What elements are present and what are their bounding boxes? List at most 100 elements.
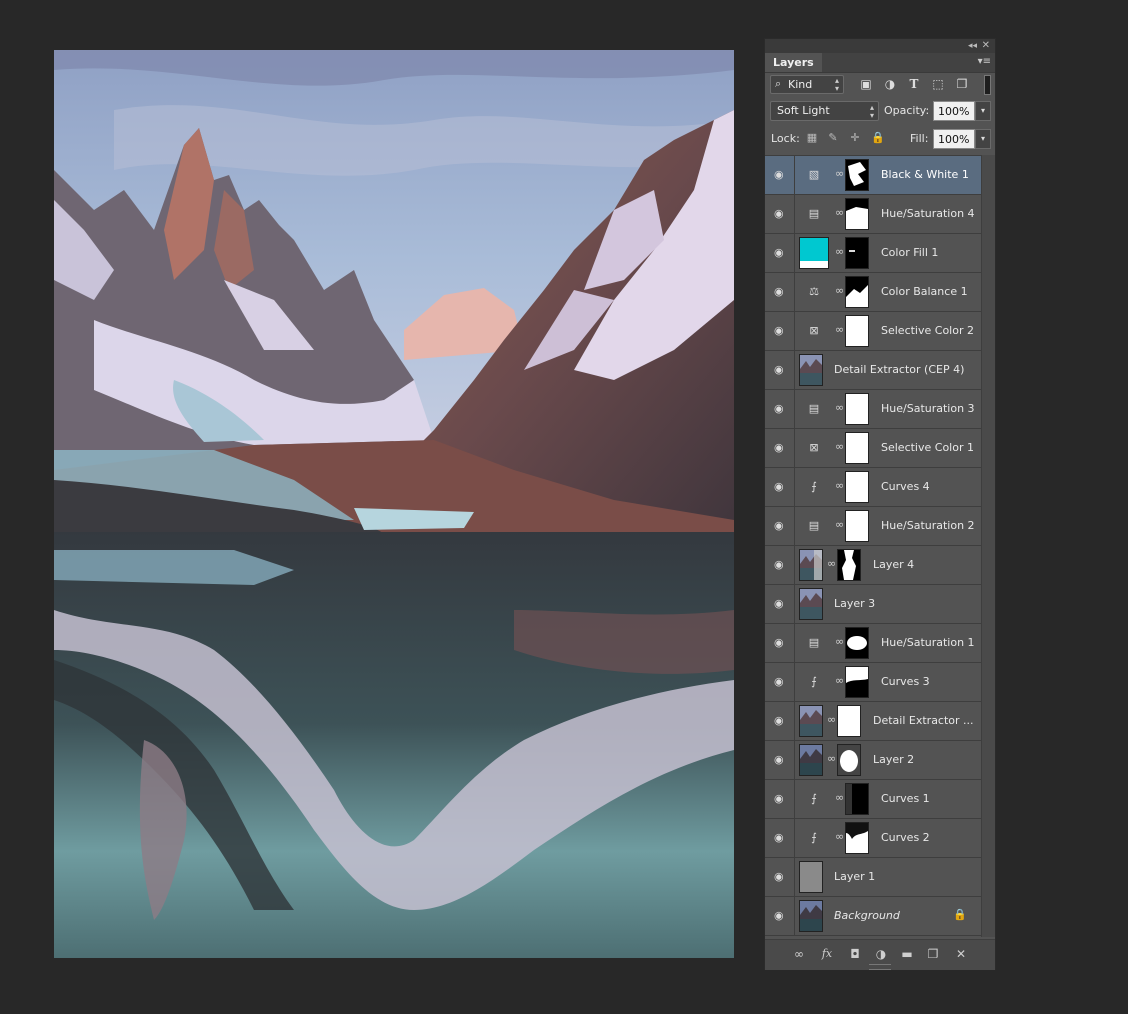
link-chain-icon[interactable]: ∞	[835, 440, 844, 453]
layer-mask-thumbnail[interactable]	[845, 237, 869, 269]
layer-list-scrollbar[interactable]	[981, 155, 995, 937]
close-icon[interactable]: ✕	[982, 39, 990, 52]
blend-mode-select[interactable]: Soft Light ▴ ▾	[770, 101, 879, 121]
layer-mask-thumbnail[interactable]	[837, 705, 861, 737]
lock-image-icon[interactable]: ✎	[826, 131, 840, 145]
layer-row-detail-extractor[interactable]: ◉ ∞ Detail Extractor ...	[765, 702, 981, 741]
chevron-down-icon[interactable]: ▾	[975, 101, 991, 121]
layer-name[interactable]: Hue/Saturation 3	[881, 402, 975, 415]
visibility-toggle[interactable]: ◉	[765, 429, 795, 467]
link-chain-icon[interactable]: ∞	[835, 635, 844, 648]
layer-row-curves-4[interactable]: ◉ ⨍ ∞ Curves 4	[765, 468, 981, 507]
visibility-toggle[interactable]: ◉	[765, 741, 795, 779]
layer-row-color-balance-1[interactable]: ◉ ⚖ ∞ Color Balance 1	[765, 273, 981, 312]
layer-thumbnail[interactable]	[799, 861, 823, 893]
link-chain-icon[interactable]: ∞	[835, 245, 844, 258]
layer-name[interactable]: Layer 2	[873, 753, 914, 766]
visibility-toggle[interactable]: ◉	[765, 585, 795, 623]
layer-name[interactable]: Color Fill 1	[881, 246, 938, 259]
panel-menu-icon[interactable]: ▾≡	[978, 56, 991, 68]
image-filter-icon[interactable]: ▣	[858, 76, 874, 92]
layer-mask-thumbnail[interactable]	[845, 822, 869, 854]
visibility-toggle[interactable]: ◉	[765, 390, 795, 428]
visibility-toggle[interactable]: ◉	[765, 273, 795, 311]
layer-name[interactable]: Selective Color 1	[881, 441, 974, 454]
layer-name[interactable]: Hue/Saturation 2	[881, 519, 975, 532]
visibility-toggle[interactable]: ◉	[765, 897, 795, 935]
link-layers-icon[interactable]: ∞	[791, 946, 807, 962]
layer-row-curves-1[interactable]: ◉ ⨍ ∞ Curves 1	[765, 780, 981, 819]
link-chain-icon[interactable]: ∞	[835, 167, 844, 180]
visibility-toggle[interactable]: ◉	[765, 156, 795, 194]
visibility-toggle[interactable]: ◉	[765, 663, 795, 701]
filter-toggle-switch[interactable]	[984, 75, 991, 95]
visibility-toggle[interactable]: ◉	[765, 468, 795, 506]
smart-object-filter-icon[interactable]: ❐	[954, 76, 970, 92]
link-chain-icon[interactable]: ∞	[835, 323, 844, 336]
layer-row-detail-extractor-cep4[interactable]: ◉ Detail Extractor (CEP 4)	[765, 351, 981, 390]
layer-row-layer-2[interactable]: ◉ ∞ Layer 2	[765, 741, 981, 780]
tab-layers[interactable]: Layers	[765, 53, 822, 72]
layer-name[interactable]: Selective Color 2	[881, 324, 974, 337]
color-fill-swatch[interactable]	[799, 237, 829, 269]
visibility-toggle[interactable]: ◉	[765, 195, 795, 233]
layer-row-hue-saturation-2[interactable]: ◉ ▤ ∞ Hue/Saturation 2	[765, 507, 981, 546]
layer-mask-thumbnail[interactable]	[845, 627, 869, 659]
layer-mask-thumbnail[interactable]	[845, 315, 869, 347]
link-chain-icon[interactable]: ∞	[835, 791, 844, 804]
fill-input[interactable]: 100%	[933, 129, 975, 149]
layer-name[interactable]: Layer 1	[834, 870, 875, 883]
layer-thumbnail[interactable]	[799, 549, 823, 581]
lock-position-icon[interactable]: ✛	[848, 131, 862, 145]
layer-row-color-fill-1[interactable]: ◉ ∞ Color Fill 1	[765, 234, 981, 273]
layer-name[interactable]: Hue/Saturation 4	[881, 207, 975, 220]
visibility-toggle[interactable]: ◉	[765, 624, 795, 662]
layer-mask-thumbnail[interactable]	[845, 432, 869, 464]
layer-row-black-white-1[interactable]: ◉ ▧ ∞ Black & White 1	[765, 156, 981, 195]
double-chevron-left-icon[interactable]: ◂◂	[968, 40, 977, 52]
layer-list[interactable]: ◉ ▧ ∞ Black & White 1 ◉ ▤ ∞ Hue/Saturati…	[765, 155, 981, 938]
layer-mask-thumbnail[interactable]	[845, 276, 869, 308]
link-chain-icon[interactable]: ∞	[835, 518, 844, 531]
chevron-down-icon[interactable]: ▾	[975, 129, 991, 149]
link-chain-icon[interactable]: ∞	[827, 752, 836, 765]
layer-mask-thumbnail[interactable]	[845, 159, 869, 191]
add-mask-icon[interactable]: ◘	[847, 946, 863, 962]
layer-row-hue-saturation-4[interactable]: ◉ ▤ ∞ Hue/Saturation 4	[765, 195, 981, 234]
lock-all-icon[interactable]: 🔒	[871, 131, 885, 145]
layer-row-selective-color-2[interactable]: ◉ ⊠ ∞ Selective Color 2	[765, 312, 981, 351]
resize-grip[interactable]	[869, 964, 891, 970]
visibility-toggle[interactable]: ◉	[765, 312, 795, 350]
layer-mask-thumbnail[interactable]	[845, 783, 869, 815]
layer-mask-thumbnail[interactable]	[837, 549, 861, 581]
layer-mask-thumbnail[interactable]	[845, 510, 869, 542]
type-filter-icon[interactable]: T	[906, 76, 922, 92]
layer-name[interactable]: Curves 4	[881, 480, 930, 493]
layer-row-curves-2[interactable]: ◉ ⨍ ∞ Curves 2	[765, 819, 981, 858]
visibility-toggle[interactable]: ◉	[765, 819, 795, 857]
link-chain-icon[interactable]: ∞	[827, 713, 836, 726]
layer-name[interactable]: Black & White 1	[881, 168, 969, 181]
layer-row-selective-color-1[interactable]: ◉ ⊠ ∞ Selective Color 1	[765, 429, 981, 468]
link-chain-icon[interactable]: ∞	[835, 674, 844, 687]
fx-icon[interactable]: fx	[819, 946, 835, 962]
visibility-toggle[interactable]: ◉	[765, 234, 795, 272]
new-layer-icon[interactable]: ❐	[925, 946, 941, 962]
shape-filter-icon[interactable]: ⬚	[930, 76, 946, 92]
layer-row-hue-saturation-1[interactable]: ◉ ▤ ∞ Hue/Saturation 1	[765, 624, 981, 663]
layer-thumbnail[interactable]	[799, 705, 823, 737]
link-chain-icon[interactable]: ∞	[835, 830, 844, 843]
layer-thumbnail[interactable]	[799, 588, 823, 620]
layer-row-layer-3[interactable]: ◉ Layer 3	[765, 585, 981, 624]
layer-mask-thumbnail[interactable]	[837, 744, 861, 776]
document-canvas[interactable]	[54, 50, 734, 958]
layer-mask-thumbnail[interactable]	[845, 393, 869, 425]
visibility-toggle[interactable]: ◉	[765, 702, 795, 740]
layer-thumbnail[interactable]	[799, 354, 823, 386]
adjustment-filter-icon[interactable]: ◑	[882, 76, 898, 92]
layer-name[interactable]: Color Balance 1	[881, 285, 968, 298]
link-chain-icon[interactable]: ∞	[835, 206, 844, 219]
layer-row-background[interactable]: ◉ Background 🔒	[765, 897, 981, 936]
kind-filter-select[interactable]: ⌕ Kind ▴ ▾	[770, 75, 844, 94]
layer-name[interactable]: Hue/Saturation 1	[881, 636, 975, 649]
